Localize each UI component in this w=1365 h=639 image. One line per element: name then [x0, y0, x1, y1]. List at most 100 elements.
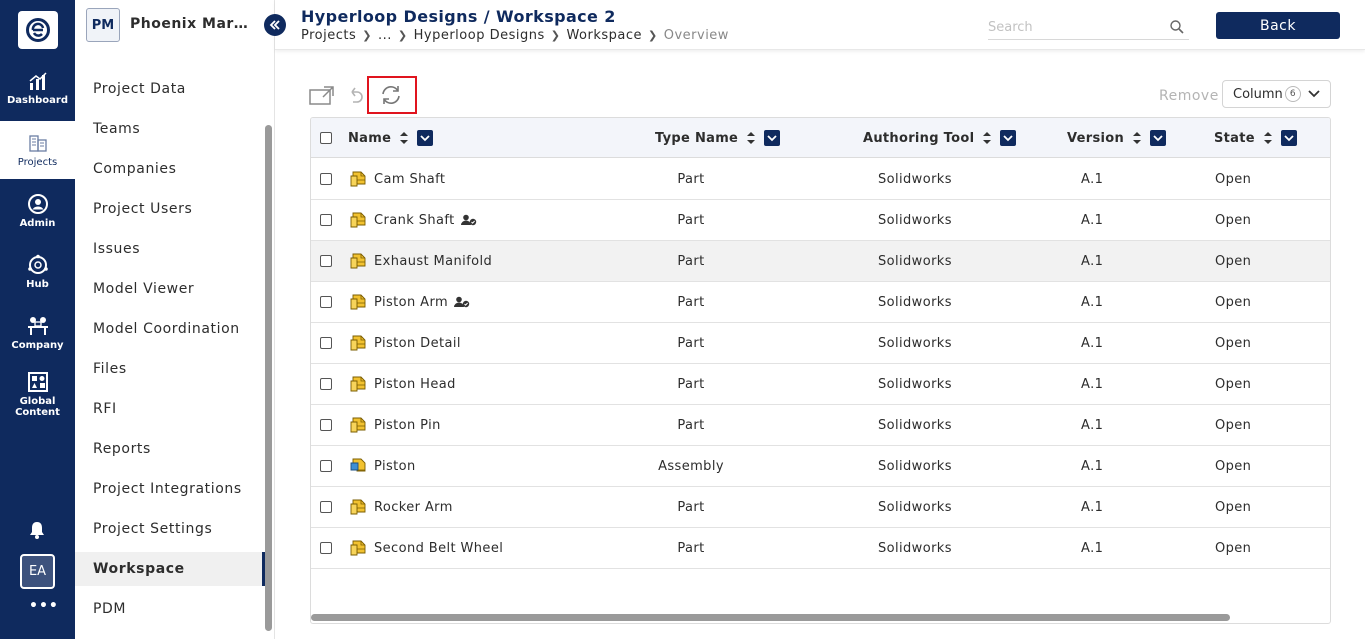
- name-cell[interactable]: Crank Shaft: [349, 211, 484, 229]
- search-box: [988, 16, 1189, 40]
- column-header-type-name[interactable]: Type Name: [655, 130, 781, 146]
- sidebar-item-project-users[interactable]: Project Users: [75, 192, 265, 226]
- column-header-version[interactable]: Version: [1067, 130, 1167, 146]
- search-input[interactable]: [988, 16, 1158, 39]
- column-header-authoring-tool[interactable]: Authoring Tool: [863, 130, 1017, 146]
- name-cell[interactable]: Exhaust Manifold: [349, 252, 492, 270]
- filter-dropdown-icon[interactable]: [1000, 130, 1017, 146]
- row-checkbox[interactable]: [320, 173, 332, 185]
- table-row[interactable]: Exhaust Manifold Part Solidworks A.1 Open: [311, 241, 1330, 282]
- refresh-icon[interactable]: [379, 84, 403, 106]
- row-checkbox[interactable]: [320, 296, 332, 308]
- rail-item-global-content[interactable]: Global Content: [0, 362, 75, 426]
- company-icon: [27, 317, 48, 335]
- rail-item-dashboard[interactable]: Dashboard: [0, 60, 75, 118]
- remove-button[interactable]: Remove: [1159, 88, 1219, 104]
- breadcrumb-ellipsis[interactable]: ...: [378, 28, 392, 43]
- table-row[interactable]: Piston Assembly Solidworks A.1 Open: [311, 446, 1330, 487]
- item-name[interactable]: Rocker Arm: [374, 500, 453, 515]
- sidebar-item-issues[interactable]: Issues: [75, 232, 265, 266]
- row-checkbox[interactable]: [320, 542, 332, 554]
- name-cell[interactable]: Piston: [349, 457, 416, 475]
- filter-dropdown-icon[interactable]: [1280, 130, 1297, 146]
- rail-item-admin[interactable]: Admin: [0, 182, 75, 240]
- rail-item-company[interactable]: Company: [0, 304, 75, 362]
- sidebar-item-project-integrations[interactable]: Project Integrations: [75, 472, 265, 506]
- item-name[interactable]: Piston Arm: [374, 295, 448, 310]
- notifications-button[interactable]: [27, 520, 47, 544]
- name-cell[interactable]: Piston Arm: [349, 293, 477, 311]
- item-name[interactable]: Piston Head: [374, 377, 456, 392]
- project-badge[interactable]: PM: [86, 8, 120, 42]
- item-name[interactable]: Cam Shaft: [374, 172, 445, 187]
- name-cell[interactable]: Piston Detail: [349, 334, 461, 352]
- row-checkbox[interactable]: [320, 337, 332, 349]
- sidebar-item-pdm[interactable]: PDM: [75, 592, 265, 626]
- sidebar-item-rfi[interactable]: RFI: [75, 392, 265, 426]
- sidebar-item-model-coordination[interactable]: Model Coordination: [75, 312, 265, 346]
- sidebar-item-project-settings[interactable]: Project Settings: [75, 512, 265, 546]
- row-checkbox[interactable]: [320, 378, 332, 390]
- breadcrumb-projects[interactable]: Projects: [301, 28, 356, 43]
- item-name[interactable]: Second Belt Wheel: [374, 541, 503, 556]
- sidebar-item-companies[interactable]: Companies: [75, 152, 265, 186]
- filter-dropdown-icon[interactable]: [764, 130, 781, 146]
- sidebar-item-reports[interactable]: Reports: [75, 432, 265, 466]
- sidebar-item-project-data[interactable]: Project Data: [75, 72, 265, 106]
- row-checkbox[interactable]: [320, 460, 332, 472]
- table-row[interactable]: Piston Detail Part Solidworks A.1 Open: [311, 323, 1330, 364]
- breadcrumb-hyperloop-designs[interactable]: Hyperloop Designs: [414, 28, 545, 43]
- sidebar-item-model-viewer[interactable]: Model Viewer: [75, 272, 265, 306]
- more-menu-button[interactable]: •••: [29, 598, 59, 614]
- name-cell[interactable]: Rocker Arm: [349, 498, 453, 516]
- sort-icon[interactable]: [1263, 131, 1273, 145]
- table-row[interactable]: Piston Head Part Solidworks A.1 Open: [311, 364, 1330, 405]
- rail-item-hub[interactable]: Hub: [0, 243, 75, 301]
- item-name[interactable]: Piston Pin: [374, 418, 441, 433]
- item-name[interactable]: Exhaust Manifold: [374, 254, 492, 269]
- sort-icon[interactable]: [1132, 131, 1142, 145]
- select-all-checkbox[interactable]: [320, 132, 332, 144]
- sidebar-item-workspace[interactable]: Workspace: [75, 552, 265, 586]
- table-row[interactable]: Cam Shaft Part Solidworks A.1 Open: [311, 159, 1330, 200]
- sort-icon[interactable]: [982, 131, 992, 145]
- sidebar-item-teams[interactable]: Teams: [75, 112, 265, 146]
- user-avatar[interactable]: EA: [20, 554, 55, 589]
- back-button[interactable]: Back: [1216, 12, 1340, 39]
- row-checkbox[interactable]: [320, 419, 332, 431]
- breadcrumb-workspace[interactable]: Workspace: [566, 28, 642, 43]
- sidebar-scrollbar[interactable]: [265, 125, 272, 631]
- app-logo[interactable]: [18, 11, 58, 49]
- name-cell[interactable]: Cam Shaft: [349, 170, 445, 188]
- row-checkbox[interactable]: [320, 255, 332, 267]
- filter-dropdown-icon[interactable]: [417, 130, 434, 146]
- table-row[interactable]: Piston Arm Part Solidworks A.1 Open: [311, 282, 1330, 323]
- name-cell[interactable]: Piston Head: [349, 375, 456, 393]
- collapse-sidebar-button[interactable]: [264, 14, 286, 36]
- version-cell: A.1: [1081, 541, 1104, 556]
- column-header-state[interactable]: State: [1214, 130, 1297, 146]
- rail-item-projects[interactable]: Projects: [0, 121, 75, 179]
- sort-icon[interactable]: [399, 131, 409, 145]
- open-external-icon[interactable]: [309, 86, 335, 106]
- row-checkbox[interactable]: [320, 501, 332, 513]
- table-horizontal-scrollbar[interactable]: [311, 614, 1230, 621]
- item-name[interactable]: Piston: [374, 459, 416, 474]
- name-cell[interactable]: Second Belt Wheel: [349, 539, 503, 557]
- item-name[interactable]: Crank Shaft: [374, 213, 455, 228]
- column-selector[interactable]: Column 6: [1222, 80, 1331, 108]
- sort-icon[interactable]: [746, 131, 756, 145]
- undo-icon[interactable]: [347, 86, 365, 106]
- name-cell[interactable]: Piston Pin: [349, 416, 441, 434]
- column-header-name[interactable]: Name: [348, 130, 434, 146]
- table-row[interactable]: Piston Pin Part Solidworks A.1 Open: [311, 405, 1330, 446]
- table-row[interactable]: Second Belt Wheel Part Solidworks A.1 Open: [311, 528, 1330, 569]
- sidebar-item-files[interactable]: Files: [75, 352, 265, 386]
- table-row[interactable]: Rocker Arm Part Solidworks A.1 Open: [311, 487, 1330, 528]
- filter-dropdown-icon[interactable]: [1150, 130, 1167, 146]
- item-name[interactable]: Piston Detail: [374, 336, 461, 351]
- search-icon[interactable]: [1169, 19, 1185, 35]
- table-row[interactable]: Crank Shaft Part Solidworks A.1 Open: [311, 200, 1330, 241]
- row-checkbox[interactable]: [320, 214, 332, 226]
- project-title[interactable]: Phoenix Marketing: [130, 16, 250, 32]
